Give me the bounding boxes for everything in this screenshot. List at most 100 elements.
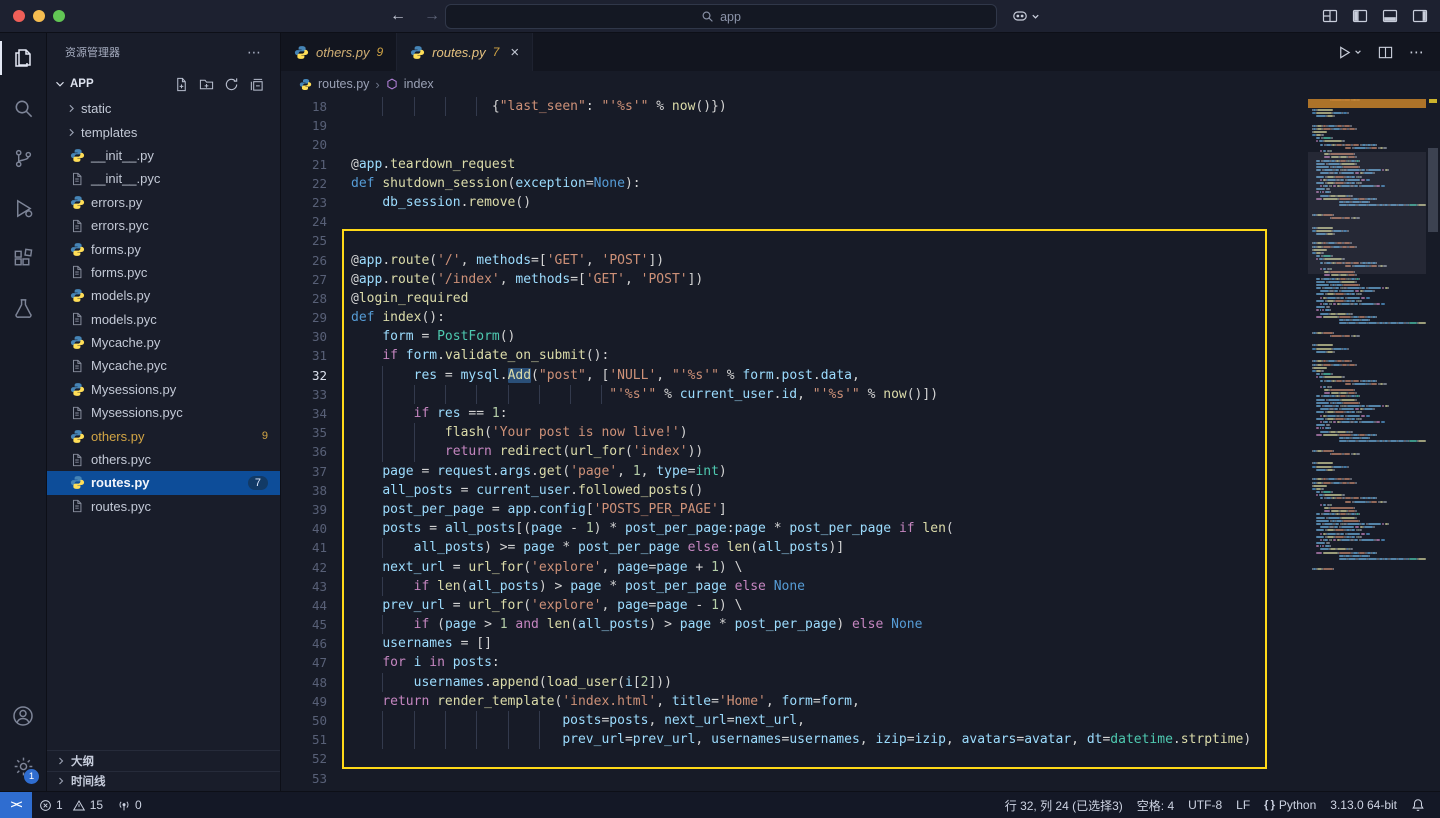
search-sidebar-icon[interactable]	[0, 83, 46, 133]
timeline-panel-header[interactable]: 时间线	[47, 771, 280, 792]
file-row-forms.py[interactable]: forms.py	[47, 237, 280, 260]
minimap[interactable]	[1308, 97, 1426, 791]
file-row-__init__.pyc[interactable]: __init__.pyc	[47, 167, 280, 190]
scrollbar-thumb[interactable]	[1428, 148, 1438, 232]
file-row-models.py[interactable]: models.py	[47, 284, 280, 307]
code-line-47[interactable]: 47 for i in posts:	[281, 653, 1440, 672]
code-line-40[interactable]: 40 posts = all_posts[(page - 1) * post_p…	[281, 519, 1440, 538]
code-line-28[interactable]: 28@login_required	[281, 289, 1440, 308]
file-row-others.py[interactable]: others.py9	[47, 424, 280, 447]
settings-gear-icon[interactable]: 1	[0, 741, 46, 791]
run-debug-icon[interactable]	[0, 183, 46, 233]
sidebar-more-actions-icon[interactable]: ⋯	[247, 44, 262, 61]
code-line-52[interactable]: 52	[281, 749, 1440, 768]
code-line-18[interactable]: 18 {"last_seen": "'%s'" % now()})	[281, 97, 1440, 116]
code-line-27[interactable]: 27@app.route('/index', methods=['GET', '…	[281, 270, 1440, 289]
code-line-36[interactable]: 36 return redirect(url_for('index'))	[281, 442, 1440, 461]
code-line-21[interactable]: 21@app.teardown_request	[281, 155, 1440, 174]
code-line-43[interactable]: 43 if len(all_posts) > page * post_per_p…	[281, 577, 1440, 596]
new-folder-icon[interactable]	[199, 77, 214, 92]
collapse-folders-icon[interactable]	[249, 77, 264, 92]
toggle-panel-icon[interactable]	[1382, 8, 1398, 24]
language-mode[interactable]: { } Python	[1257, 792, 1323, 818]
code-line-25[interactable]: 25	[281, 231, 1440, 250]
file-row-others.pyc[interactable]: others.pyc	[47, 448, 280, 471]
command-center-search[interactable]: app	[445, 4, 997, 29]
copilot-icon[interactable]	[1012, 9, 1028, 23]
file-row-forms.pyc[interactable]: forms.pyc	[47, 261, 280, 284]
testing-icon[interactable]	[0, 283, 46, 333]
code-line-20[interactable]: 20	[281, 135, 1440, 154]
split-editor-icon[interactable]	[1378, 45, 1393, 60]
code-line-22[interactable]: 22def shutdown_session(exception=None):	[281, 174, 1440, 193]
cursor-position[interactable]: 行 32, 列 24 (已选择3)	[998, 792, 1130, 818]
code-line-44[interactable]: 44 prev_url = url_for('explore', page=pa…	[281, 596, 1440, 615]
code-line-31[interactable]: 31 if form.validate_on_submit():	[281, 346, 1440, 365]
tab-others.py[interactable]: others.py9	[281, 33, 397, 71]
ports-indicator[interactable]: 0	[110, 792, 149, 818]
code-line-53[interactable]: 53	[281, 769, 1440, 788]
forward-arrow-icon[interactable]: →	[424, 7, 440, 25]
outline-panel-header[interactable]: 大纲	[47, 750, 280, 771]
code-line-48[interactable]: 48 usernames.append(load_user(i[2]))	[281, 673, 1440, 692]
customize-layout-icon[interactable]	[1322, 8, 1338, 24]
code-line-50[interactable]: 50 posts=posts, next_url=next_url,	[281, 711, 1440, 730]
python-interpreter[interactable]: 3.13.0 64-bit	[1323, 792, 1404, 818]
new-file-icon[interactable]	[174, 77, 189, 92]
problems-indicator[interactable]: 1 15	[32, 792, 110, 818]
code-line-37[interactable]: 37 page = request.args.get('page', 1, ty…	[281, 462, 1440, 481]
accounts-icon[interactable]	[0, 691, 46, 741]
close-tab-icon[interactable]: ×	[510, 44, 519, 61]
run-python-file-icon[interactable]	[1337, 45, 1362, 60]
code-line-54[interactable]: 54@app.route('/explore')	[281, 788, 1440, 791]
code-line-32[interactable]: 32 res = mysql.Add("post", ['NULL', "'%s…	[281, 366, 1440, 385]
breadcrumb-file[interactable]: routes.py	[318, 77, 369, 91]
minimize-window-button[interactable]	[33, 10, 45, 22]
file-row-__init__.py[interactable]: __init__.py	[47, 144, 280, 167]
close-window-button[interactable]	[13, 10, 25, 22]
code-line-29[interactable]: 29def index():	[281, 308, 1440, 327]
code-line-35[interactable]: 35 flash('Your post is now live!')	[281, 423, 1440, 442]
chevron-down-icon[interactable]	[1031, 12, 1040, 21]
code-line-30[interactable]: 30 form = PostForm()	[281, 327, 1440, 346]
code-line-26[interactable]: 26@app.route('/', methods=['GET', 'POST'…	[281, 251, 1440, 270]
code-line-23[interactable]: 23 db_session.remove()	[281, 193, 1440, 212]
file-row-errors.pyc[interactable]: errors.pyc	[47, 214, 280, 237]
notifications-bell-icon[interactable]	[1404, 792, 1432, 818]
code-line-42[interactable]: 42 next_url = url_for('explore', page=pa…	[281, 558, 1440, 577]
code-line-41[interactable]: 41 all_posts) >= page * post_per_page el…	[281, 538, 1440, 557]
toggle-primary-sidebar-icon[interactable]	[1352, 8, 1368, 24]
remote-indicator[interactable]: ><	[0, 792, 32, 818]
code-line-33[interactable]: 33 "'%s'" % current_user.id, "'%s'" % no…	[281, 385, 1440, 404]
section-label[interactable]: APP	[70, 78, 94, 90]
maximize-window-button[interactable]	[53, 10, 65, 22]
code-line-38[interactable]: 38 all_posts = current_user.followed_pos…	[281, 481, 1440, 500]
file-row-Mysessions.py[interactable]: Mysessions.py	[47, 378, 280, 401]
code-editor[interactable]: 18 {"last_seen": "'%s'" % now()})192021@…	[281, 97, 1440, 791]
code-line-34[interactable]: 34 if res == 1:	[281, 404, 1440, 423]
code-line-45[interactable]: 45 if (page > 1 and len(all_posts) > pag…	[281, 615, 1440, 634]
source-control-icon[interactable]	[0, 133, 46, 183]
breadcrumb-symbol[interactable]: index	[404, 77, 434, 91]
indentation-setting[interactable]: 空格: 4	[1130, 792, 1181, 818]
refresh-icon[interactable]	[224, 77, 239, 92]
code-line-19[interactable]: 19	[281, 116, 1440, 135]
file-row-Mysessions.pyc[interactable]: Mysessions.pyc	[47, 401, 280, 424]
code-line-49[interactable]: 49 return render_template('index.html', …	[281, 692, 1440, 711]
code-line-46[interactable]: 46 usernames = []	[281, 634, 1440, 653]
toggle-secondary-sidebar-icon[interactable]	[1412, 8, 1428, 24]
explorer-icon[interactable]	[0, 33, 46, 83]
back-arrow-icon[interactable]: ←	[390, 7, 406, 25]
editor-more-actions-icon[interactable]: ⋯	[1409, 43, 1424, 61]
vertical-scrollbar[interactable]	[1426, 97, 1440, 791]
file-row-Mycache.pyc[interactable]: Mycache.pyc	[47, 354, 280, 377]
file-row-routes.pyc[interactable]: routes.pyc	[47, 495, 280, 518]
eol-setting[interactable]: LF	[1229, 792, 1257, 818]
tab-routes.py[interactable]: routes.py7×	[397, 33, 533, 71]
code-line-51[interactable]: 51 prev_url=prev_url, usernames=username…	[281, 730, 1440, 749]
file-row-static[interactable]: static	[47, 97, 280, 120]
file-row-routes.py[interactable]: routes.py7	[47, 471, 280, 494]
file-row-models.pyc[interactable]: models.pyc	[47, 308, 280, 331]
file-row-Mycache.py[interactable]: Mycache.py	[47, 331, 280, 354]
file-row-templates[interactable]: templates	[47, 120, 280, 143]
